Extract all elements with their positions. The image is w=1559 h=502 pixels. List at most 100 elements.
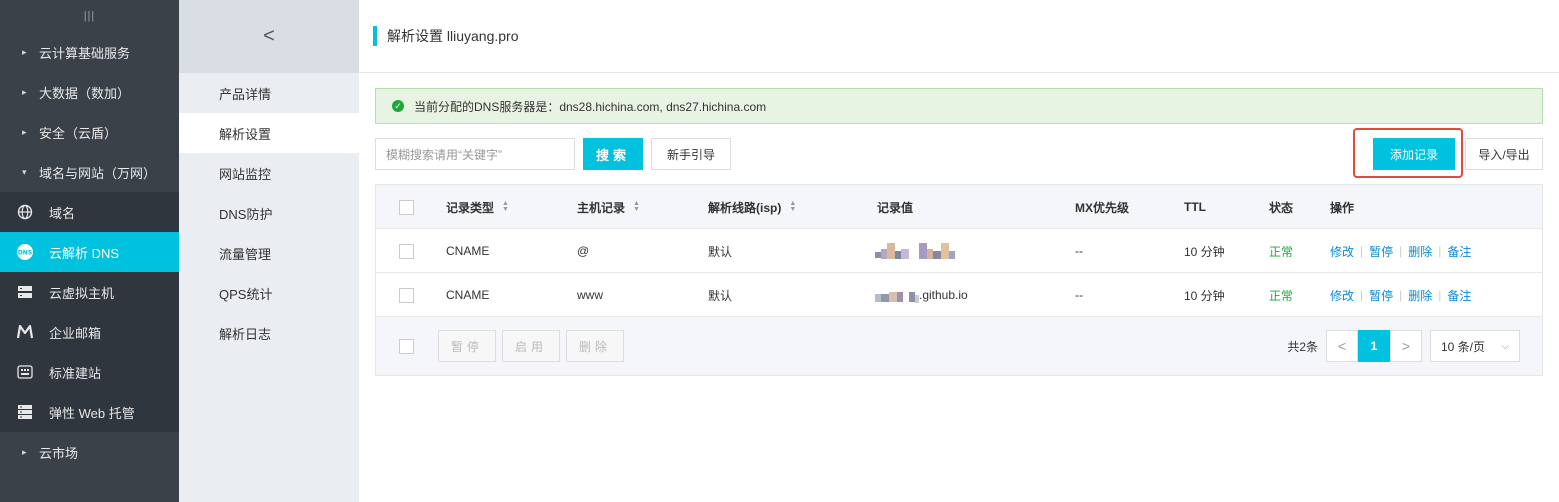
sidebar-item-mail[interactable]: 企业邮箱 bbox=[0, 312, 179, 352]
server-stack-icon bbox=[16, 403, 34, 421]
select-all-checkbox[interactable] bbox=[399, 199, 414, 215]
page-size-select[interactable]: 10 条/页 ⌵ bbox=[1430, 330, 1520, 362]
col-label: 解析线路(isp) bbox=[708, 200, 782, 215]
mail-m-icon bbox=[16, 323, 34, 341]
sidebar-grip-icon[interactable]: ||| bbox=[0, 0, 179, 32]
cell-host: www bbox=[577, 288, 603, 302]
row-checkbox[interactable] bbox=[399, 287, 414, 303]
col-value: 记录值 bbox=[877, 200, 914, 215]
cell-type: CNAME bbox=[446, 288, 490, 302]
search-input[interactable]: 模糊搜索请用“关键字” bbox=[375, 138, 575, 170]
server-icon bbox=[16, 283, 34, 301]
separator: | bbox=[1399, 244, 1403, 258]
sidebar-group-label: 安全（云盾） bbox=[39, 125, 118, 141]
batch-enable-button[interactable]: 启用 bbox=[502, 330, 560, 362]
col-ops: 操作 bbox=[1330, 200, 1355, 215]
pause-link[interactable]: 暂停 bbox=[1369, 287, 1393, 304]
row-checkbox[interactable] bbox=[399, 243, 414, 259]
subnav-item-settings[interactable]: 解析设置 bbox=[179, 113, 359, 153]
subnav-item-ddos[interactable]: DNS防护 bbox=[179, 193, 359, 233]
delete-link[interactable]: 删除 bbox=[1408, 243, 1432, 260]
sidebar-group-domain[interactable]: ▾ 域名与网站（万网） bbox=[0, 152, 179, 192]
pagination: 共2条 < 1 > 10 条/页 ⌵ bbox=[1287, 330, 1542, 362]
keyboard-icon bbox=[16, 363, 34, 381]
page-size-value: 10 条/页 bbox=[1441, 339, 1486, 354]
redacted-value-image bbox=[875, 287, 919, 303]
sidebar-item-site[interactable]: 标准建站 bbox=[0, 352, 179, 392]
check-circle-icon: ✓ bbox=[392, 100, 404, 112]
dns-server-notice: ✓ 当前分配的DNS服务器是：dns28.hichina.com, dns27.… bbox=[375, 88, 1543, 124]
caret-right-icon: ▸ bbox=[22, 46, 27, 57]
sidebar-group-security[interactable]: ▸ 安全（云盾） bbox=[0, 112, 179, 152]
col-mx: MX优先级 bbox=[1075, 200, 1130, 215]
sidebar-item-label: 弹性 Web 托管 bbox=[49, 405, 135, 421]
separator: | bbox=[1399, 288, 1403, 302]
remark-link[interactable]: 备注 bbox=[1447, 243, 1471, 260]
sidebar-item-label: 企业邮箱 bbox=[49, 325, 102, 341]
cell-line: 默认 bbox=[708, 244, 733, 259]
collapse-back-button[interactable]: < bbox=[179, 0, 359, 73]
main-sidebar: ||| ▸ 云计算基础服务 ▸ 大数据（数加） ▸ 安全（云盾） ▾ 域名与网站（万网）… bbox=[0, 0, 179, 502]
toolbar: 模糊搜索请用“关键字” 搜索 新手引导 添加记录 导入/导出 bbox=[375, 128, 1543, 178]
sidebar-item-webhosting[interactable]: 弹性 Web 托管 bbox=[0, 392, 179, 432]
col-line[interactable]: 解析线路(isp) ▲ ▼ bbox=[708, 185, 796, 229]
cell-status: 正常 bbox=[1269, 244, 1294, 259]
sidebar-group-bigdata[interactable]: ▸ 大数据（数加） bbox=[0, 72, 179, 112]
sidebar-group-cloud[interactable]: ▸ 云计算基础服务 bbox=[0, 32, 179, 72]
remark-link[interactable]: 备注 bbox=[1447, 287, 1471, 304]
sidebar-item-dns[interactable]: DNS 云解析 DNS bbox=[0, 232, 179, 272]
delete-link[interactable]: 删除 bbox=[1408, 287, 1432, 304]
caret-right-icon: ▸ bbox=[22, 86, 27, 97]
cell-ttl: 10 分钟 bbox=[1184, 288, 1225, 303]
sort-icon: ▲ ▼ bbox=[789, 200, 797, 213]
chevron-down-icon: ⌵ bbox=[1501, 340, 1509, 352]
separator: | bbox=[1360, 244, 1364, 258]
sidebar-item-domain[interactable]: 域名 bbox=[0, 192, 179, 232]
globe-icon bbox=[16, 203, 34, 221]
subnav-item-monitor[interactable]: 网站监控 bbox=[179, 153, 359, 193]
edit-link[interactable]: 修改 bbox=[1330, 287, 1354, 304]
col-type[interactable]: 记录类型 ▲ ▼ bbox=[446, 185, 509, 229]
subnav-item-qps[interactable]: QPS统计 bbox=[179, 273, 359, 313]
next-page-button[interactable]: > bbox=[1390, 330, 1422, 362]
separator: | bbox=[1360, 288, 1364, 302]
notice-text: 当前分配的DNS服务器是：dns28.hichina.com, dns27.hi… bbox=[414, 99, 767, 114]
page-1-button[interactable]: 1 bbox=[1358, 330, 1390, 362]
batch-pause-button[interactable]: 暂停 bbox=[438, 330, 496, 362]
sort-icon: ▲ ▼ bbox=[502, 200, 509, 213]
caret-right-icon: ▸ bbox=[22, 126, 27, 137]
import-export-button[interactable]: 导入/导出 bbox=[1465, 138, 1543, 170]
caret-right-icon: ▸ bbox=[22, 446, 27, 457]
subnav-item-traffic[interactable]: 流量管理 bbox=[179, 233, 359, 273]
sidebar-item-vhost[interactable]: 云虚拟主机 bbox=[0, 272, 179, 312]
sidebar-group-market[interactable]: ▸ 云市场 bbox=[0, 432, 179, 472]
title-accent-bar bbox=[373, 26, 377, 46]
redacted-value-image bbox=[875, 243, 955, 259]
svg-text:DNS: DNS bbox=[18, 250, 32, 257]
prev-page-button[interactable]: < bbox=[1326, 330, 1358, 362]
col-ttl: TTL bbox=[1184, 200, 1206, 214]
sidebar-item-label: 标准建站 bbox=[49, 365, 102, 381]
table-row: CNAME @ 默认 -- 10 分钟 正常 修改 | 暂停 | 删除 | 备注 bbox=[376, 229, 1542, 273]
sidebar-group-label: 云市场 bbox=[39, 445, 79, 461]
main-content: 解析设置 lliuyang.pro ✓ 当前分配的DNS服务器是：dns28.h… bbox=[359, 0, 1559, 502]
pause-link[interactable]: 暂停 bbox=[1369, 243, 1393, 260]
col-host[interactable]: 主机记录 ▲ ▼ bbox=[577, 185, 640, 229]
cell-type: CNAME bbox=[446, 244, 490, 258]
sidebar-group-label: 大数据（数加） bbox=[39, 85, 131, 101]
subnav-item-log[interactable]: 解析日志 bbox=[179, 313, 359, 353]
add-record-button[interactable]: 添加记录 bbox=[1373, 138, 1455, 170]
cell-status: 正常 bbox=[1269, 288, 1294, 303]
sub-navigation: < 产品详情 解析设置 网站监控 DNS防护 流量管理 QPS统计 解析日志 bbox=[179, 0, 359, 502]
search-button[interactable]: 搜索 bbox=[583, 138, 643, 170]
separator: | bbox=[1438, 244, 1442, 258]
batch-delete-button[interactable]: 删除 bbox=[566, 330, 624, 362]
edit-link[interactable]: 修改 bbox=[1330, 243, 1354, 260]
subnav-item-detail[interactable]: 产品详情 bbox=[179, 73, 359, 113]
footer-select-checkbox[interactable] bbox=[399, 338, 414, 354]
table-header-row: 记录类型 ▲ ▼ 主机记录 ▲ ▼ 解析线路(isp) ▲ ▼ 记录值 MX优先级 TTL … bbox=[376, 185, 1542, 229]
guide-button[interactable]: 新手引导 bbox=[651, 138, 731, 170]
cell-value bbox=[875, 229, 955, 273]
col-status: 状态 bbox=[1269, 200, 1294, 215]
sidebar-item-label: 云解析 DNS bbox=[49, 245, 120, 261]
